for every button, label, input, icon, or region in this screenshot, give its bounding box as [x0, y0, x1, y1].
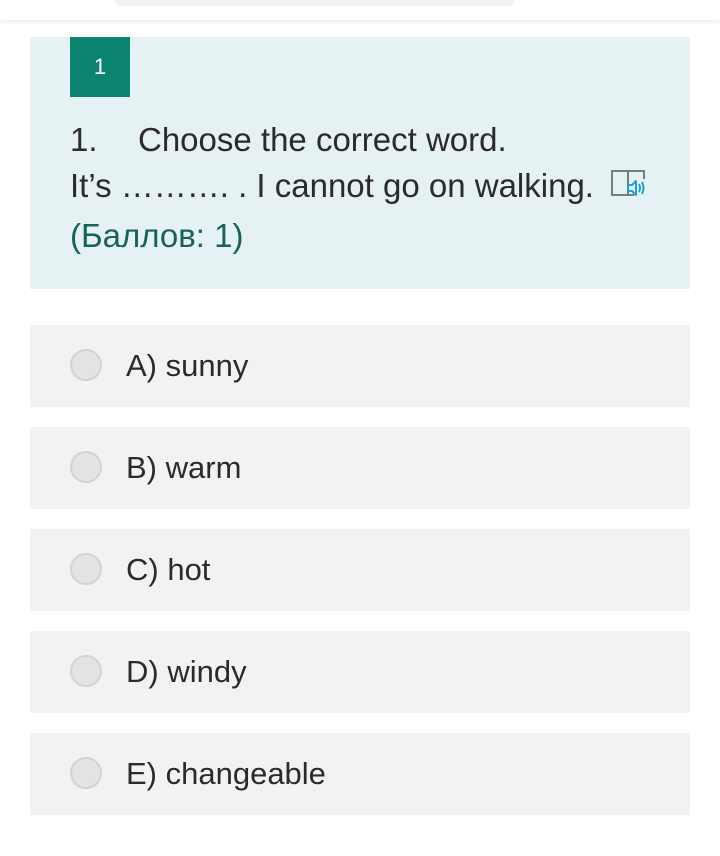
top-bar-handle [115, 0, 515, 6]
radio-button[interactable] [70, 349, 102, 381]
option-label: B) warm [126, 450, 242, 485]
question-number-badge: 1 [70, 37, 130, 97]
option-label: E) changeable [126, 756, 326, 791]
question-prompt-line: 1. Choose the correct word. [70, 117, 670, 163]
radio-button[interactable] [70, 757, 102, 789]
radio-button[interactable] [70, 553, 102, 585]
top-bar [0, 0, 720, 20]
option-label: D) windy [126, 654, 247, 689]
question-sentence: It’s ………. . I cannot go on walking. [70, 167, 594, 204]
option-d[interactable]: D) windy [30, 631, 690, 713]
option-a[interactable]: A) sunny [30, 325, 690, 407]
question-points: (Баллов: 1) [70, 217, 244, 254]
answer-options: A) sunny B) warm C) hot D) windy E) chan… [30, 325, 690, 835]
question-sentence-line: It’s ………. . I cannot go on walking. [70, 163, 670, 213]
option-label: C) hot [126, 552, 211, 587]
option-b[interactable]: B) warm [30, 427, 690, 509]
option-c[interactable]: C) hot [30, 529, 690, 611]
question-text: 1. Choose the correct word. It’s ………. . I… [70, 117, 670, 259]
question-card: 1 1. Choose the correct word. It’s ………. .… [30, 37, 690, 289]
immersive-reader-speaker-icon[interactable] [608, 165, 650, 213]
radio-button[interactable] [70, 451, 102, 483]
radio-button[interactable] [70, 655, 102, 687]
option-label: A) sunny [126, 348, 249, 383]
question-number: 1. [70, 121, 98, 158]
question-prompt: Choose the correct word. [138, 121, 507, 158]
option-e[interactable]: E) changeable [30, 733, 690, 815]
